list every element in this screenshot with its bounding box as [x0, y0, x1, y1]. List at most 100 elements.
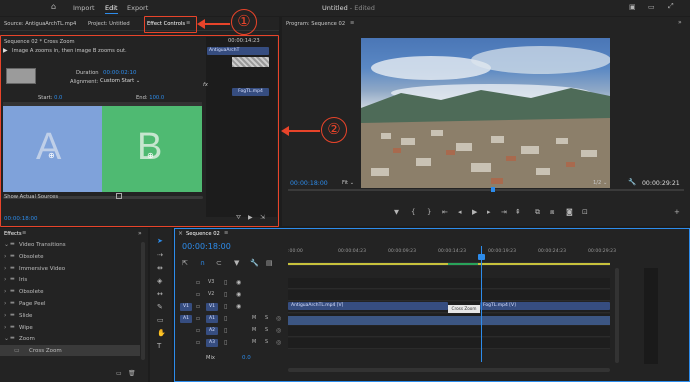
effects-list-item[interactable]: › ▬ Iris — [0, 274, 140, 285]
fullscreen-icon[interactable]: ▣ — [629, 4, 636, 11]
eye-icon[interactable]: ◉ — [236, 291, 241, 298]
lock-icon[interactable]: ▫ — [196, 315, 200, 322]
timeline-timecode[interactable]: 00:00:18:00 — [182, 242, 231, 251]
overwrite-icon[interactable]: ⧈ — [550, 209, 554, 216]
chevron-right-icon[interactable]: › — [4, 288, 6, 295]
voiceover-icon[interactable]: ◎ — [276, 339, 281, 346]
quick-export-icon[interactable]: ⤢ — [668, 3, 674, 10]
mute-button[interactable]: M — [252, 316, 256, 321]
playhead-line[interactable] — [481, 246, 482, 362]
resolution-dropdown[interactable]: 1/2 ⌄ — [593, 180, 607, 186]
camera-icon[interactable]: ◙ — [566, 209, 573, 216]
track-name[interactable]: V2 — [208, 292, 214, 297]
effects-list-item[interactable]: › ▬ Slide — [0, 310, 140, 321]
insert-sequence-icon[interactable]: ⇱ — [182, 260, 188, 267]
transition-cross-zoom[interactable]: Cross Zoom — [448, 305, 480, 313]
lock-icon[interactable]: ▫ — [196, 303, 200, 310]
lock-icon[interactable]: ▫ — [196, 291, 200, 298]
chevron-right-icon[interactable]: › — [4, 265, 6, 272]
wrench-icon[interactable]: 🔧 — [628, 179, 636, 186]
mix-value[interactable]: 0.0 — [242, 355, 251, 361]
effects-list-item[interactable]: › ▬ Obsolete — [0, 251, 140, 262]
wrench-icon[interactable]: 🔧 — [250, 260, 259, 267]
snap-icon[interactable]: ∩ — [200, 260, 205, 267]
effects-title[interactable]: Effects — [4, 231, 22, 237]
effects-list-item[interactable]: › ▬ Obsolete — [0, 286, 140, 297]
mute-button[interactable]: M — [252, 328, 256, 333]
delete-icon[interactable]: 🗑 — [128, 370, 136, 377]
fit-dropdown[interactable]: Fit ⌄ — [342, 180, 354, 186]
program-timecode[interactable]: 00:00:18:00 — [290, 180, 328, 187]
track-lane[interactable] — [288, 326, 610, 337]
lock-icon[interactable]: ▫ — [196, 327, 200, 334]
eye-icon[interactable]: ◉ — [236, 303, 241, 310]
effects-list-item[interactable]: › ▬ Page Peel — [0, 298, 140, 309]
step-back-icon[interactable]: ◂ — [458, 209, 462, 216]
effects-list-item[interactable]: ⌄ ▬ Zoom — [0, 333, 140, 344]
linked-selection-icon[interactable]: ⊂ — [216, 260, 222, 267]
add-marker-icon[interactable]: ▼ — [234, 260, 239, 267]
ripple-edit-tool-icon[interactable]: ⇹ — [157, 265, 163, 272]
clip-antigua[interactable]: AntiguaArchTL.mp4 [V] — [288, 302, 448, 310]
sync-lock-icon[interactable]: ▯ — [224, 279, 227, 286]
chevron-right-icon[interactable]: › — [4, 276, 6, 283]
track-name[interactable]: V3 — [208, 280, 214, 285]
program-menu-icon[interactable]: ≡ — [350, 20, 354, 26]
settings-icon[interactable]: ⊡ — [582, 209, 588, 216]
track-name[interactable]: A2 — [206, 327, 218, 335]
timeline-menu-icon[interactable]: ≡ — [224, 230, 228, 236]
go-to-out-icon[interactable]: ⇥ — [501, 209, 507, 216]
pen-tool-icon[interactable]: ✎ — [157, 304, 163, 311]
rectangle-tool-icon[interactable]: ▭ — [157, 317, 164, 324]
chevron-right-icon[interactable]: › — [4, 324, 6, 331]
timeline-vscroll[interactable] — [615, 268, 619, 363]
lock-icon[interactable]: ▫ — [196, 339, 200, 346]
voiceover-icon[interactable]: ◎ — [276, 315, 281, 322]
effects-list-item[interactable]: ⌄ ▬ Video Transitions — [0, 239, 140, 250]
solo-button[interactable]: S — [265, 340, 268, 345]
solo-button[interactable]: S — [265, 328, 268, 333]
clip-fog[interactable]: FogTL.mp4 [V] — [480, 302, 610, 310]
go-to-in-icon[interactable]: ⇤ — [442, 209, 448, 216]
transition-icon[interactable]: ▭ — [14, 347, 20, 354]
program-title[interactable]: Program: Sequence 02 — [286, 21, 345, 27]
chevron-down-icon[interactable]: ⌄ — [4, 335, 9, 342]
slip-tool-icon[interactable]: ↔ — [157, 291, 163, 298]
track-lane[interactable] — [288, 338, 610, 349]
track-lane[interactable] — [288, 290, 610, 301]
effects-list-item[interactable]: › ▬ Wipe — [0, 322, 140, 333]
tab-source[interactable]: Source: AntiguaArchTL.mp4 — [4, 21, 76, 27]
new-folder-icon[interactable]: ▭ — [116, 370, 122, 377]
sync-lock-icon[interactable]: ▯ — [224, 291, 227, 298]
notifications-icon[interactable]: ▭ — [648, 4, 655, 11]
chevron-right-icon[interactable]: › — [4, 253, 6, 260]
mark-in-icon[interactable]: { — [411, 209, 415, 216]
extract-icon[interactable]: ⧉ — [535, 209, 540, 216]
timeline-hscroll[interactable] — [288, 368, 610, 372]
sync-lock-icon[interactable]: ▯ — [224, 315, 227, 322]
lift-icon[interactable]: ⇞ — [515, 209, 521, 216]
hand-tool-icon[interactable]: ✋ — [157, 330, 166, 337]
expand-icon[interactable]: » — [138, 230, 142, 237]
track-name[interactable]: V1 — [206, 303, 218, 311]
sync-lock-icon[interactable]: ▯ — [224, 327, 227, 334]
source-patch-button[interactable]: A1 — [180, 315, 192, 323]
type-tool-icon[interactable]: T — [157, 343, 161, 350]
effects-menu-icon[interactable]: ≡ — [22, 230, 26, 236]
tab-project[interactable]: Project: Untitled — [88, 21, 130, 27]
home-icon[interactable]: ⌂ — [51, 3, 56, 11]
captions-icon[interactable]: ▤ — [266, 260, 273, 267]
program-scrubber[interactable] — [288, 189, 684, 191]
work-area-bar[interactable] — [288, 262, 610, 266]
track-name[interactable]: A3 — [206, 339, 218, 347]
mark-out-icon[interactable]: } — [427, 209, 431, 216]
tab-edit[interactable]: Edit — [105, 4, 118, 14]
tab-export[interactable]: Export — [127, 4, 148, 12]
effects-list-item[interactable]: › ▬ Immersive Video — [0, 263, 140, 274]
selection-tool-icon[interactable]: ➤ — [157, 238, 163, 245]
play-icon[interactable]: ▶ — [472, 209, 477, 216]
mute-button[interactable]: M — [252, 340, 256, 345]
chevron-right-icon[interactable]: › — [4, 312, 6, 319]
track-lane[interactable] — [288, 278, 610, 289]
add-button-icon[interactable]: + — [674, 209, 680, 216]
